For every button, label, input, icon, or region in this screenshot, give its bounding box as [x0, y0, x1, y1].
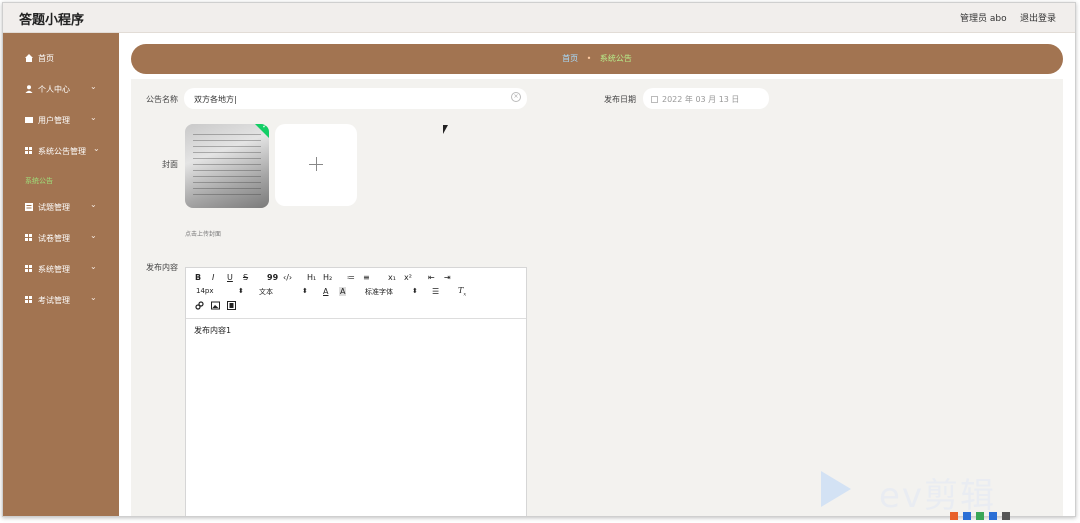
code-block-button[interactable]: ‹/›	[283, 273, 292, 282]
italic-button[interactable]: I	[212, 273, 214, 282]
heading2-button[interactable]: H₂	[323, 273, 332, 282]
sidebar-item-label: 首页	[38, 54, 54, 63]
top-bar: 答题小程序 管理员 abo 退出登录	[3, 3, 1075, 33]
font-family-select[interactable]: 标准字体	[365, 287, 393, 297]
form-panel: 公告名称 双方各地方| × 发布日期 2022 年 03 月 13 日 封面 ✓…	[131, 79, 1063, 516]
breadcrumb: 首页 • 系统公告	[131, 44, 1063, 74]
cover-image-thumbnail[interactable]: ✓	[185, 124, 269, 208]
publish-date-picker[interactable]: 2022 年 03 月 13 日	[643, 88, 769, 109]
sidebar-subitem-announcement[interactable]: 系统公告	[25, 176, 53, 186]
clear-icon[interactable]: ×	[511, 92, 521, 102]
app-tray-icon[interactable]	[1002, 511, 1010, 520]
app-tray-icon[interactable]	[950, 511, 958, 520]
publish-date-label: 发布日期	[604, 95, 636, 104]
sidebar-item-label: 个人中心	[38, 85, 70, 94]
heading1-button[interactable]: H₁	[307, 273, 316, 282]
app-window: 答题小程序 管理员 abo 退出登录 首页 个人中心 ⌄ 用户管理 ⌄ 系统公告…	[2, 2, 1076, 517]
sidebar: 首页 个人中心 ⌄ 用户管理 ⌄ 系统公告管理 ⌄ 系统公告 试题管理 ⌄ 试卷…	[3, 33, 119, 516]
grid-icon	[25, 147, 32, 154]
indent-button[interactable]: ⇥	[444, 273, 451, 282]
ordered-list-button[interactable]: ≔	[347, 273, 355, 282]
chevron-updown-icon: ⬍	[412, 287, 418, 295]
video-icon[interactable]	[227, 301, 236, 312]
chevron-down-icon: ⌄	[90, 82, 97, 91]
sidebar-item-personal-center[interactable]: 个人中心 ⌄	[3, 78, 119, 100]
mouse-cursor-icon	[443, 125, 448, 134]
app-tray-icon[interactable]	[963, 511, 971, 520]
cover-label: 封面	[162, 160, 178, 169]
blockquote-button[interactable]: 99	[267, 273, 278, 282]
video-watermark: ev剪辑	[821, 468, 1041, 516]
chevron-down-icon: ⌄	[90, 262, 97, 271]
chevron-down-icon: ⌄	[90, 200, 97, 209]
sidebar-item-label: 系统公告管理	[38, 147, 86, 156]
sidebar-item-label: 系统管理	[38, 265, 70, 274]
logout-button[interactable]: 退出登录	[1020, 11, 1056, 24]
breadcrumb-home-link[interactable]: 首页	[562, 54, 578, 63]
list-icon	[25, 203, 33, 211]
home-icon	[25, 54, 33, 62]
align-left-icon[interactable]: ☰	[432, 287, 439, 296]
play-logo-icon	[821, 471, 851, 507]
bold-button[interactable]: B	[195, 273, 201, 282]
chevron-down-icon: ⌄	[90, 113, 97, 122]
chevron-down-icon: ⌄	[93, 144, 100, 153]
cover-image-content	[193, 134, 261, 198]
sidebar-item-label: 试题管理	[38, 203, 70, 212]
grid-icon	[25, 234, 32, 241]
font-color-icon[interactable]: A	[323, 287, 328, 296]
text-format-select[interactable]: 文本	[259, 287, 273, 297]
background-color-icon[interactable]: A	[339, 287, 347, 296]
image-icon[interactable]	[211, 301, 220, 312]
sidebar-item-exam-paper-management[interactable]: 试卷管理 ⌄	[3, 227, 119, 249]
link-icon[interactable]	[195, 301, 204, 312]
taskbar-tray	[950, 508, 1076, 523]
font-size-select[interactable]: 14px	[196, 287, 214, 295]
chevron-down-icon: ⌄	[90, 231, 97, 240]
app-tray-icon[interactable]	[976, 511, 984, 520]
title-field-label: 公告名称	[146, 95, 178, 104]
main-content: 首页 • 系统公告 公告名称 双方各地方| × 发布日期 2022 年 03 月…	[119, 33, 1075, 516]
admin-user-label: 管理员 abo	[960, 14, 1007, 24]
editor-toolbar: B I U S 99 ‹/› H₁ H₂ ≔ ≡ x₁ x² ⇤ ⇥ 14px …	[186, 268, 526, 319]
breadcrumb-separator: •	[586, 54, 592, 63]
chevron-updown-icon: ⬍	[302, 287, 308, 295]
check-icon: ✓	[262, 124, 268, 130]
bullet-list-button[interactable]: ≡	[363, 273, 370, 282]
sidebar-item-user-management[interactable]: 用户管理 ⌄	[3, 109, 119, 131]
outdent-button[interactable]: ⇤	[428, 273, 435, 282]
clear-format-icon[interactable]: Tx	[458, 286, 466, 298]
sidebar-item-label: 考试管理	[38, 296, 70, 305]
superscript-button[interactable]: x²	[404, 273, 412, 282]
rich-text-editor[interactable]: B I U S 99 ‹/› H₁ H₂ ≔ ≡ x₁ x² ⇤ ⇥ 14px …	[185, 267, 527, 516]
underline-button[interactable]: U	[227, 273, 233, 282]
breadcrumb-current: 系统公告	[599, 54, 632, 63]
grid-icon	[25, 296, 32, 303]
sidebar-item-announcement-management[interactable]: 系统公告管理 ⌄	[3, 140, 119, 162]
subscript-button[interactable]: x₁	[388, 273, 396, 282]
plus-icon-stroke	[316, 157, 317, 171]
sidebar-item-exam-management[interactable]: 考试管理 ⌄	[3, 289, 119, 311]
sidebar-item-home[interactable]: 首页	[3, 47, 119, 69]
grid-icon	[25, 265, 32, 272]
upload-tip: 点击上传封面	[185, 231, 222, 238]
sidebar-item-label: 试卷管理	[38, 234, 70, 243]
strikethrough-button[interactable]: S	[243, 273, 248, 282]
announcement-title-input[interactable]: 双方各地方|	[184, 88, 527, 109]
id-card-icon	[25, 116, 33, 123]
sidebar-item-system-management[interactable]: 系统管理 ⌄	[3, 258, 119, 280]
chevron-updown-icon: ⬍	[238, 287, 244, 295]
calendar-icon	[651, 96, 658, 103]
sidebar-item-question-management[interactable]: 试题管理 ⌄	[3, 196, 119, 218]
editor-content[interactable]: 发布内容1	[194, 325, 231, 336]
publish-date-value: 2022 年 03 月 13 日	[662, 95, 740, 104]
chevron-down-icon: ⌄	[90, 293, 97, 302]
app-tray-icon[interactable]	[989, 511, 997, 520]
app-title: 答题小程序	[19, 13, 85, 28]
content-label: 发布内容	[146, 263, 178, 272]
user-icon	[25, 85, 33, 93]
cover-upload-button[interactable]	[275, 124, 357, 206]
sidebar-item-label: 用户管理	[38, 116, 70, 125]
